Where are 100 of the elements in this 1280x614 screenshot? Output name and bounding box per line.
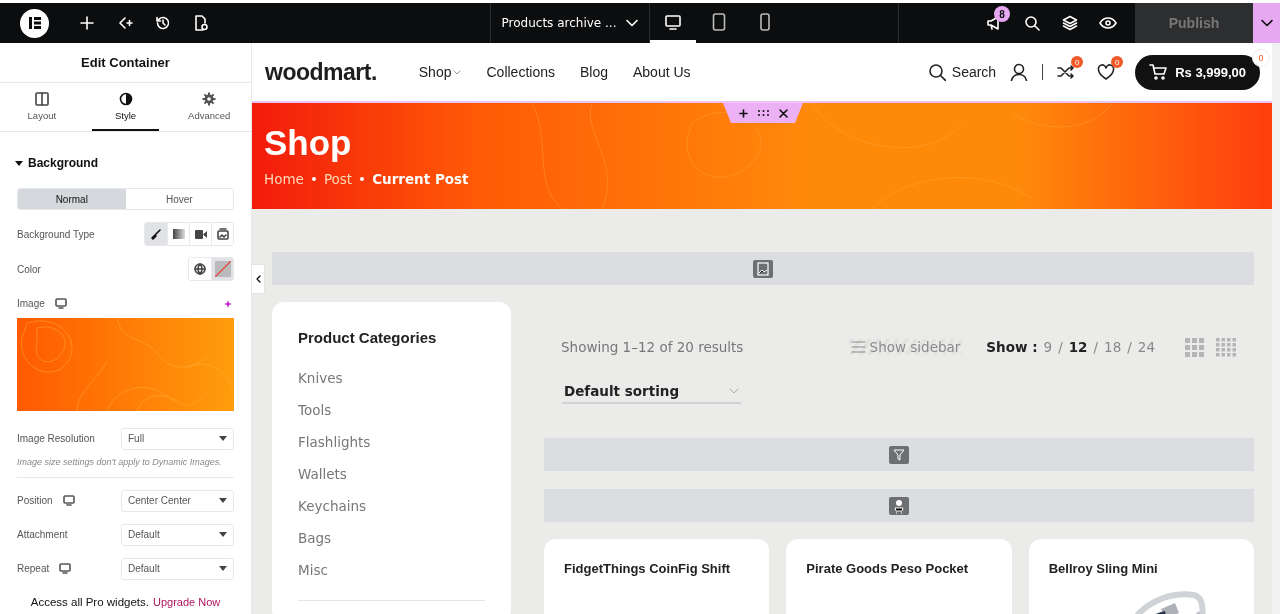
user-icon	[1010, 63, 1029, 81]
field-label: Background Type	[17, 228, 95, 240]
dropdown-caret-icon	[219, 532, 227, 537]
columns-icon	[34, 91, 49, 106]
heart-icon	[1097, 64, 1116, 80]
help-text: Image size settings don't apply to Dynamic Images.	[17, 457, 223, 467]
desktop-icon	[664, 13, 682, 30]
ai-sparkle-icon[interactable]	[224, 298, 234, 309]
field-label: Position	[17, 495, 53, 506]
upgrade-link[interactable]: Upgrade Now	[153, 596, 221, 608]
category-link[interactable]: Knives	[298, 362, 343, 394]
product-card[interactable]: Pirate Goods Peso Pocket	[786, 539, 1012, 614]
results-count: Showing 1–12 of 20 results	[561, 339, 745, 355]
gear-icon	[202, 91, 217, 106]
phone-icon	[760, 12, 770, 31]
wishlist-count: 0	[1111, 56, 1124, 68]
tablet-icon	[712, 12, 726, 31]
dropdown-caret-icon	[219, 566, 227, 571]
no-color-icon	[214, 261, 231, 277]
product-name: Bellroy Sling Mini	[1048, 561, 1159, 576]
elementor-logo-button[interactable]	[20, 8, 49, 38]
nav-link[interactable]: Collections	[486, 64, 555, 80]
select-dropdown[interactable]: Default	[121, 523, 234, 546]
compare-count: 0	[1071, 56, 1084, 68]
search-button[interactable]: Search	[928, 63, 997, 81]
breadcrumb-current: Current Post	[372, 171, 469, 187]
panel-tab[interactable]: Layout	[8, 83, 76, 131]
per-page-label: Show :	[986, 339, 1038, 355]
wishlist-button[interactable]	[1097, 64, 1116, 80]
globe-icon	[194, 263, 206, 275]
category-link[interactable]: Wallets	[298, 458, 347, 490]
product-name: Pirate Goods Peso Pocket	[806, 561, 970, 576]
dropdown-caret-icon	[219, 498, 227, 503]
field-label: Attachment	[17, 529, 68, 540]
sidebar-title: Product Categories	[298, 329, 438, 346]
promo-text: Access all Pro widgets.	[30, 596, 149, 608]
layers-icon	[1062, 15, 1078, 31]
panel-tab[interactable]: Style	[91, 83, 160, 131]
section-toggle[interactable]: Background	[15, 156, 98, 170]
menu-icon	[850, 341, 866, 353]
search-icon	[928, 63, 946, 81]
field-label: Image Resolution	[17, 433, 95, 444]
category-link[interactable]: Flashlights	[298, 426, 371, 458]
compare-button[interactable]	[1057, 64, 1076, 80]
collapse-panel-button[interactable]	[252, 265, 264, 293]
separator: /	[1093, 339, 1099, 355]
notification-count: 8	[994, 6, 1010, 22]
slideshow-icon	[216, 228, 229, 240]
separator: /	[1127, 339, 1132, 355]
select-dropdown[interactable]: Default	[121, 557, 234, 580]
nav-link[interactable]: Blog	[579, 64, 608, 80]
site-logo[interactable]: woodmart.	[265, 58, 377, 86]
panel-title: Edit Container	[81, 55, 170, 70]
field-label: Image	[17, 298, 45, 309]
product-card[interactable]: Bellroy Sling Mini	[1028, 539, 1254, 614]
page-title: Shop	[264, 123, 353, 163]
plus-icon	[79, 15, 95, 31]
close-button[interactable]	[778, 108, 788, 118]
field-label: Color	[17, 263, 41, 275]
document-gear-icon	[193, 14, 209, 32]
state-tab[interactable]: Normal	[18, 189, 126, 209]
filter-placeholder-icon	[889, 445, 909, 464]
chevron-left-icon	[255, 275, 261, 283]
category-link[interactable]: Tools	[298, 394, 332, 426]
category-link[interactable]: Bags	[298, 522, 332, 554]
cart-button[interactable]: Rs 3,999,00	[1135, 54, 1260, 90]
separator: /	[1058, 339, 1063, 355]
history-icon	[155, 15, 171, 31]
caret-icon	[15, 160, 23, 166]
add-button[interactable]	[738, 108, 748, 118]
drag-handle[interactable]	[757, 110, 769, 116]
eye-icon	[1099, 16, 1117, 30]
search-icon	[1024, 15, 1040, 31]
select-dropdown[interactable]: Center Center	[121, 489, 234, 512]
product-card[interactable]: FidgetThings CoinFig Shift	[544, 539, 770, 614]
logo-mark-icon	[27, 16, 42, 30]
video-camera-icon	[194, 229, 207, 239]
chevron-down-icon	[1260, 19, 1273, 27]
field-label: Repeat	[17, 563, 50, 574]
shuffle-icon	[1057, 64, 1076, 80]
close-icon	[778, 108, 788, 118]
panel-tab[interactable]: Advanced	[175, 83, 243, 131]
product-name: FidgetThings CoinFig Shift	[564, 561, 732, 576]
select-dropdown[interactable]: Full	[121, 427, 234, 450]
nav-link[interactable]: About Us	[633, 64, 691, 80]
brush-icon	[150, 228, 162, 240]
half-circle-icon	[118, 91, 133, 106]
cart-count: 0	[1252, 48, 1270, 67]
chevron-down-icon	[729, 388, 739, 394]
color-swatch[interactable]	[211, 258, 233, 280]
account-button[interactable]	[1010, 63, 1029, 81]
nav-link[interactable]: Shop	[418, 64, 462, 80]
category-link[interactable]: Keychains	[298, 490, 367, 522]
dropdown-caret-icon	[219, 436, 227, 441]
plus-icon	[738, 108, 748, 118]
sorting-dropdown[interactable]: Default sorting	[562, 380, 741, 404]
category-link[interactable]: Misc	[298, 554, 328, 586]
gradient-icon	[172, 229, 185, 239]
grip-icon	[757, 110, 769, 116]
per-page-option[interactable]: 12	[1068, 339, 1088, 355]
